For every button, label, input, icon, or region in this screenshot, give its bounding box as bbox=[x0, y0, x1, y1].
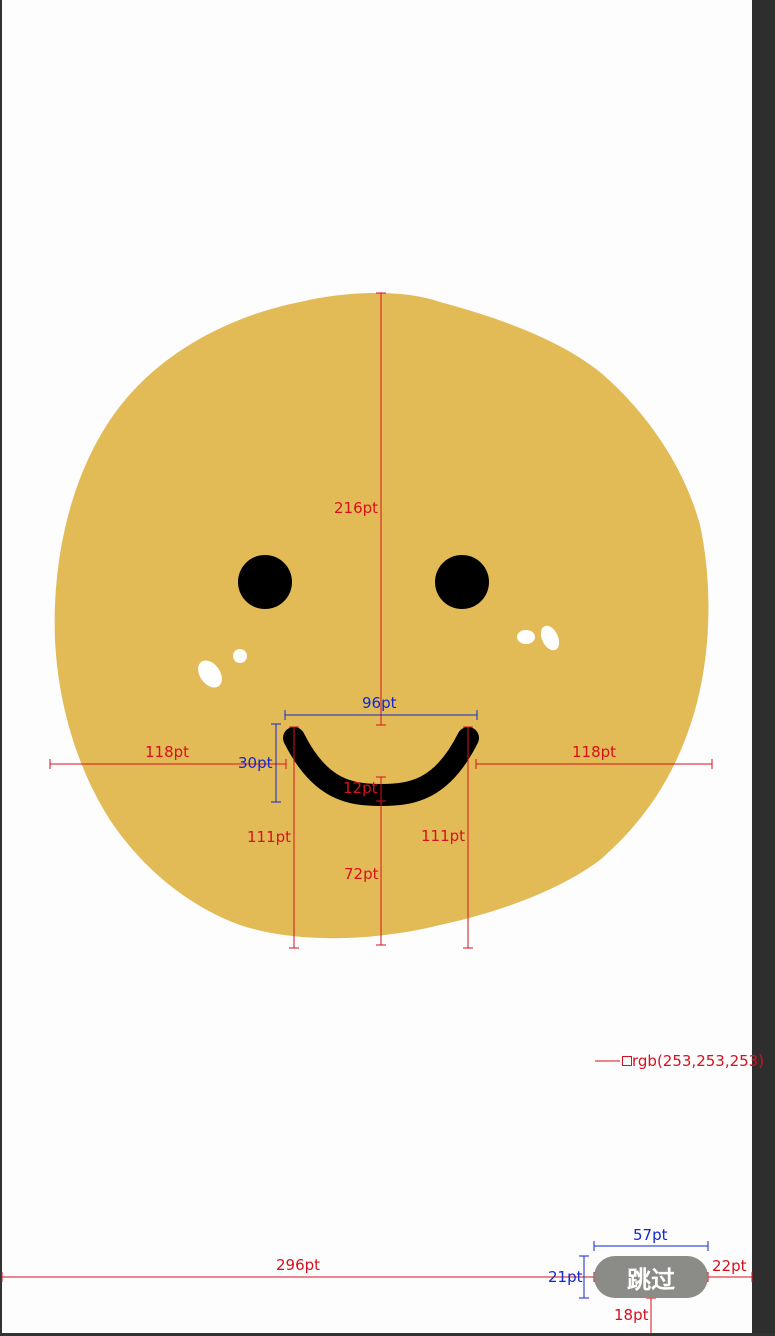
cheek-highlight-right bbox=[517, 630, 535, 644]
annotation-right-margin: 118pt bbox=[572, 743, 617, 761]
annotation-background-color: rgb(253,253,253) bbox=[632, 1052, 765, 1070]
annotation-button-bottom-margin: 18pt bbox=[614, 1306, 649, 1324]
annotation-mouth-height: 30pt bbox=[238, 754, 273, 772]
annotation-button-width: 57pt bbox=[633, 1226, 668, 1244]
annotation-right-corner-bottom: 111pt bbox=[421, 827, 466, 845]
color-sample-swatch bbox=[622, 1056, 632, 1066]
annotation-left-margin: 118pt bbox=[145, 743, 190, 761]
cheek-highlight-left-small bbox=[233, 649, 247, 663]
left-eye bbox=[238, 555, 292, 609]
annotation-face-height: 216pt bbox=[334, 499, 379, 517]
right-eye bbox=[435, 555, 489, 609]
annotation-left-corner-bottom: 111pt bbox=[247, 828, 292, 846]
smiley-face-illustration bbox=[1, 292, 753, 1334]
skip-button[interactable]: 跳过 bbox=[594, 1256, 708, 1298]
annotation-button-left-offset: 296pt bbox=[276, 1256, 321, 1274]
annotation-button-height: 21pt bbox=[548, 1268, 583, 1286]
annotation-mouth-width: 96pt bbox=[362, 694, 397, 712]
annotation-mouth-thickness: 12pt bbox=[343, 779, 378, 797]
face-circle bbox=[54, 292, 709, 939]
annotation-mouth-to-bottom: 72pt bbox=[344, 865, 379, 883]
annotation-button-right-margin: 22pt bbox=[712, 1257, 747, 1275]
